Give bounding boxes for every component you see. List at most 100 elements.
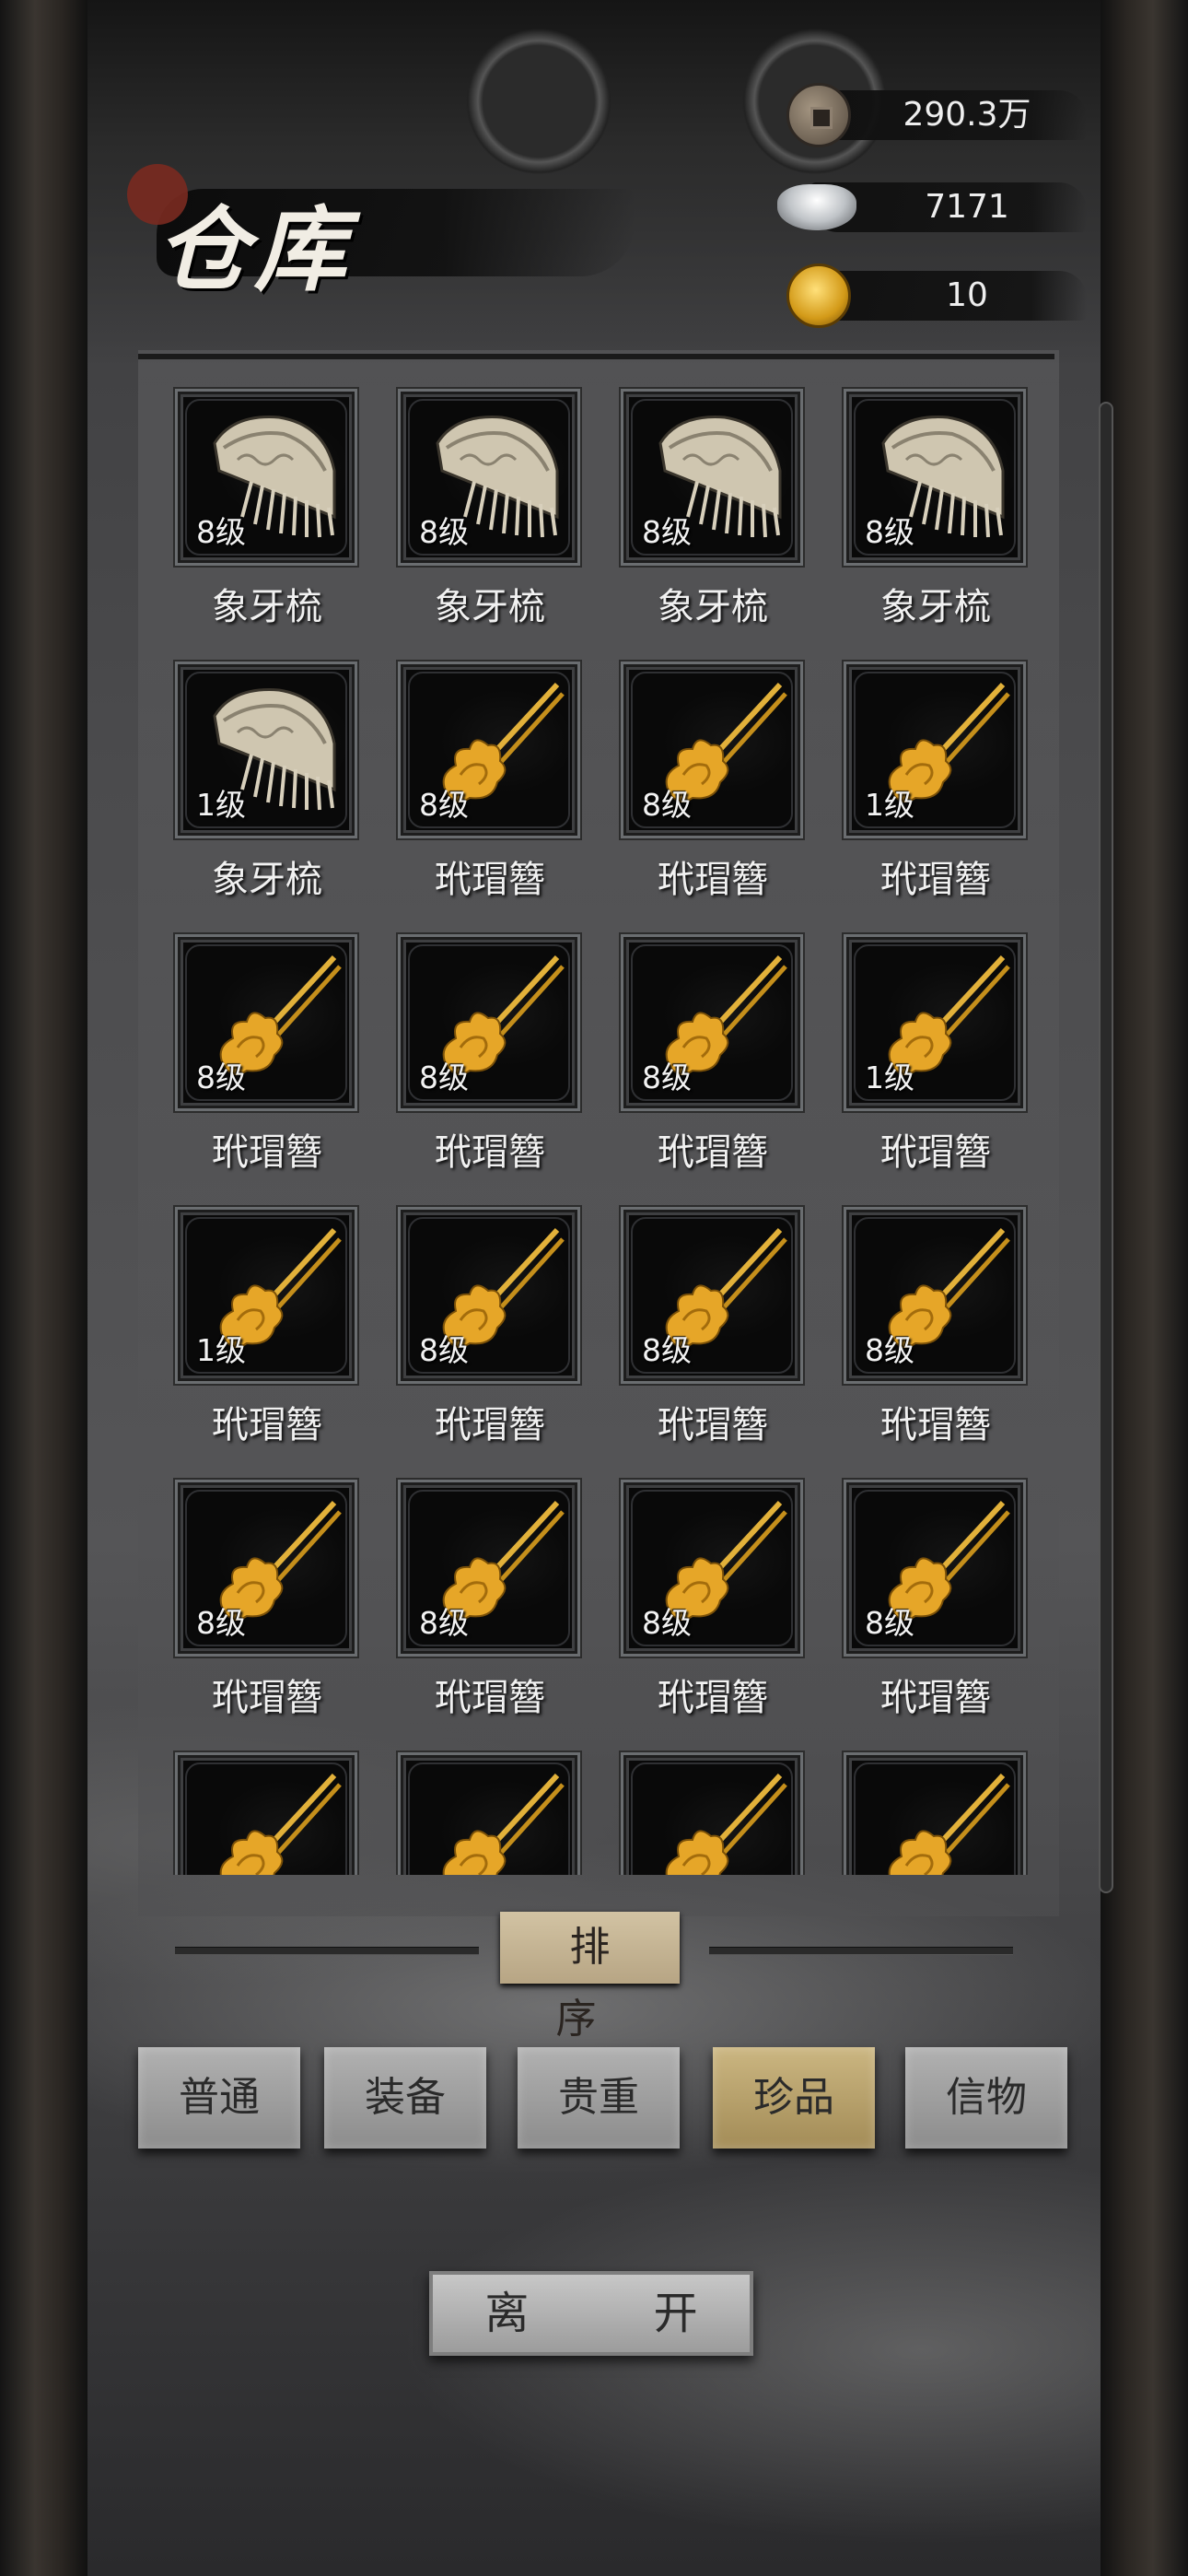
item-name: 玳瑁簪: [212, 1404, 322, 1446]
item-slot[interactable]: 8级玳瑁簪: [379, 1459, 580, 1727]
item-slot[interactable]: 8级象牙梳: [157, 369, 357, 636]
sort-divider-right: [709, 1947, 1013, 1955]
item-level: 8级: [642, 1605, 692, 1641]
item-name: 玳瑁簪: [435, 1131, 545, 1174]
item-slot[interactable]: 8级 玳瑁簪: [825, 1459, 1026, 1727]
item-name: 象牙梳: [212, 586, 322, 628]
item-frame: 8级: [175, 1480, 357, 1657]
item-level: 8级: [419, 514, 469, 550]
tab-equipment[interactable]: 装备: [324, 2047, 486, 2149]
item-frame: 8级: [621, 389, 803, 566]
item-frame: [175, 1752, 357, 1875]
item-slot[interactable]: [379, 1732, 580, 1875]
item-level: 8级: [642, 1060, 692, 1095]
item-slot[interactable]: 8级玳瑁簪: [379, 641, 580, 908]
item-slot[interactable]: 8级 玳瑁簪: [157, 914, 357, 1181]
item-slot[interactable]: [825, 1732, 1026, 1875]
item-name: 玳瑁簪: [658, 1677, 768, 1719]
item-frame: 1级: [175, 662, 357, 838]
item-frame: 8级: [398, 1207, 580, 1384]
hairpin-icon: [865, 1764, 1012, 1875]
item-frame: 8级: [398, 934, 580, 1111]
item-level: 8级: [642, 514, 692, 550]
title-area: 仓库: [120, 138, 635, 313]
gold-coin-icon: [786, 263, 851, 328]
item-name: 玳瑁簪: [880, 859, 991, 901]
item-slot[interactable]: [157, 1732, 357, 1875]
hairpin-icon: [196, 1764, 344, 1875]
item-frame: 1级: [844, 662, 1026, 838]
item-name: 玳瑁簪: [435, 859, 545, 901]
item-slot[interactable]: 8级玳瑁簪: [602, 914, 803, 1181]
item-frame: 8级: [398, 1480, 580, 1657]
item-slot[interactable]: 8级象牙梳: [379, 369, 580, 636]
item-name: 玳瑁簪: [658, 1404, 768, 1446]
item-slot[interactable]: 8级玳瑁簪: [602, 1187, 803, 1454]
currency-gold: 10: [774, 263, 1105, 328]
item-slot[interactable]: 8级玳瑁簪: [157, 1459, 357, 1727]
sort-divider-left: [175, 1947, 479, 1955]
item-slot[interactable]: 8级玳瑁簪: [602, 1459, 803, 1727]
item-grid-scrollbar[interactable]: [1099, 402, 1113, 1893]
item-level: 8级: [196, 514, 246, 550]
item-slot[interactable]: 1级玳瑁簪: [825, 914, 1026, 1181]
item-name: 玳瑁簪: [435, 1404, 545, 1446]
item-frame: 8级: [621, 934, 803, 1111]
right-pillar: [1101, 0, 1188, 2576]
item-slot[interactable]: 1级象牙梳: [157, 641, 357, 908]
item-name: 象牙梳: [212, 859, 322, 901]
item-frame: 8级: [398, 662, 580, 838]
item-grid[interactable]: 8级 象牙梳 8级 象牙梳 8级 象牙梳 8级 象牙梳 1级 象牙梳 8级 玳瑁簪 8级 玳瑁簪 1级 玳瑁簪…: [138, 369, 1059, 1875]
item-frame: 8级: [398, 389, 580, 566]
gold-amount: 10: [946, 276, 988, 314]
item-level: 1级: [196, 1332, 246, 1368]
silver-ingot-icon: [777, 184, 856, 230]
item-slot[interactable]: 8级 象牙梳: [825, 369, 1026, 636]
item-name: 象牙梳: [435, 586, 545, 628]
item-frame: 8级: [621, 1207, 803, 1384]
item-frame: 8级: [621, 1480, 803, 1657]
item-frame: 8级: [175, 389, 357, 566]
item-level: 8级: [865, 514, 914, 550]
item-frame: 1级: [844, 934, 1026, 1111]
item-name: 玳瑁簪: [880, 1677, 991, 1719]
item-frame: [621, 1752, 803, 1875]
item-level: 8级: [196, 1060, 246, 1095]
tab-tokens[interactable]: 信物: [905, 2047, 1067, 2149]
item-frame: 8级: [175, 934, 357, 1111]
leave-button[interactable]: 离 开: [429, 2271, 753, 2356]
silver-amount: 7171: [925, 188, 1009, 226]
item-slot[interactable]: 1级玳瑁簪: [157, 1187, 357, 1454]
item-level: 8级: [196, 1605, 246, 1641]
item-slot[interactable]: 8级玳瑁簪: [379, 1187, 580, 1454]
currency-copper: 290.3万: [774, 83, 1105, 147]
item-frame: 8级: [844, 389, 1026, 566]
page-title: 仓库: [157, 195, 352, 304]
tab-normal[interactable]: 普通: [138, 2047, 300, 2149]
item-name: 玳瑁簪: [658, 1131, 768, 1174]
tab-treasures[interactable]: 珍品: [713, 2047, 875, 2149]
item-level: 8级: [642, 1332, 692, 1368]
item-level: 8级: [419, 787, 469, 823]
item-slot[interactable]: 8级 象牙梳: [602, 369, 803, 636]
item-name: 玳瑁簪: [435, 1677, 545, 1719]
header-divider: [138, 354, 1054, 359]
tab-valuables[interactable]: 贵重: [518, 2047, 680, 2149]
item-frame: 8级: [844, 1207, 1026, 1384]
item-frame: 1级: [175, 1207, 357, 1384]
sort-button[interactable]: 排 序: [500, 1912, 680, 2043]
item-slot[interactable]: 8级玳瑁簪: [379, 914, 580, 1181]
currency-silver: 7171: [774, 175, 1105, 240]
item-slot[interactable]: 8级 玳瑁簪: [602, 641, 803, 908]
item-slot[interactable]: [602, 1732, 803, 1875]
item-name: 玳瑁簪: [880, 1131, 991, 1174]
item-slot[interactable]: 1级玳瑁簪: [825, 641, 1026, 908]
item-name: 玳瑁簪: [212, 1677, 322, 1719]
item-level: 1级: [865, 1060, 914, 1095]
item-level: 8级: [419, 1332, 469, 1368]
hairpin-icon: [642, 1764, 789, 1875]
item-name: 玳瑁簪: [658, 859, 768, 901]
item-name: 玳瑁簪: [880, 1404, 991, 1446]
hairpin-icon: [419, 1764, 566, 1875]
item-slot[interactable]: 8级玳瑁簪: [825, 1187, 1026, 1454]
